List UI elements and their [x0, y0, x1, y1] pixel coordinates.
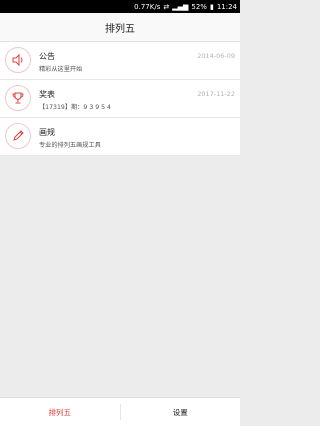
- bottom-tab-bar: 排列五 设置: [0, 397, 240, 426]
- menu-list: 公告 精彩从这里开始 2014-06-09 奖表 【17319】期：9 3 9 …: [0, 42, 240, 156]
- signal-icon: ▂▄▆: [172, 2, 189, 11]
- status-bar: 0.77K/s ⇄ ▂▄▆ 52% ▮ 11:24: [0, 0, 240, 13]
- speaker-icon: [5, 47, 31, 73]
- list-item-date: 2014-06-09: [197, 52, 235, 60]
- pencil-icon: [5, 123, 31, 149]
- list-item-title: 画规: [39, 128, 55, 137]
- clock: 11:24: [216, 2, 237, 11]
- list-item-drawing-tool[interactable]: 画规 专业的排列五画规工具: [0, 118, 240, 156]
- battery-icon: ▮: [209, 2, 214, 11]
- list-item-announcement[interactable]: 公告 精彩从这里开始 2014-06-09: [0, 42, 240, 80]
- network-speed: 0.77K/s: [134, 2, 161, 11]
- list-item-date: 2017-11-22: [197, 90, 235, 98]
- battery-percent: 52%: [191, 2, 207, 11]
- list-item-subtitle: 精彩从这里开始: [39, 66, 83, 73]
- usb-icon: ⇄: [163, 2, 170, 11]
- trophy-icon: [5, 85, 31, 111]
- list-item-subtitle: 专业的排列五画规工具: [39, 142, 101, 149]
- tab-settings[interactable]: 设置: [121, 398, 241, 426]
- page-title: 排列五: [105, 23, 135, 35]
- list-item-subtitle: 【17319】期：9 3 9 5 4: [39, 104, 111, 111]
- tab-home[interactable]: 排列五: [0, 398, 120, 426]
- list-item-title: 公告: [39, 52, 55, 61]
- list-item-results[interactable]: 奖表 【17319】期：9 3 9 5 4 2017-11-22: [0, 80, 240, 118]
- title-bar: 排列五: [0, 13, 240, 42]
- list-item-title: 奖表: [39, 90, 55, 99]
